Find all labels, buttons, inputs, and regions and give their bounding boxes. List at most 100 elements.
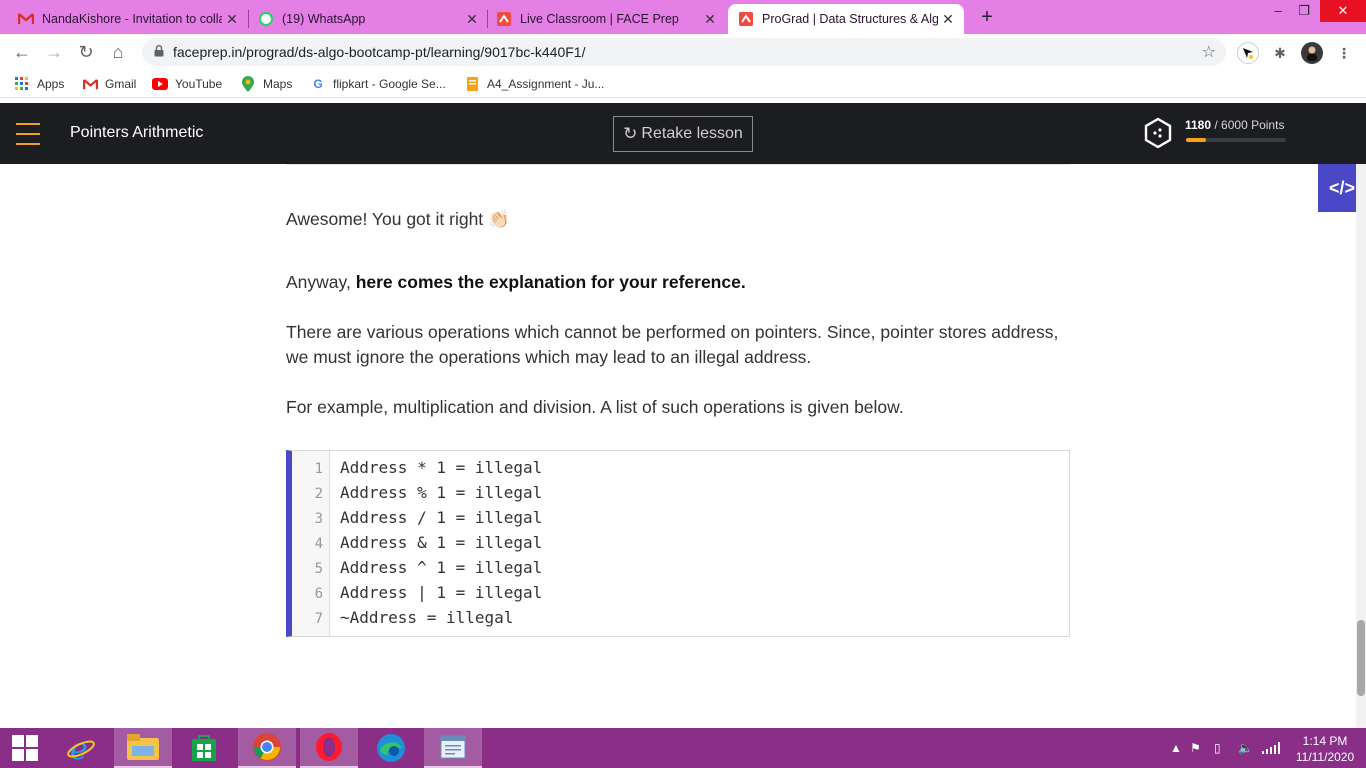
lesson-content: Awesome! You got it right 👏🏻 Anyway, her… — [0, 164, 1356, 728]
bookmark-label: Maps — [263, 77, 293, 91]
faceprep-icon — [496, 11, 512, 27]
windows-taskbar: e ▲ ⚑ ▯ 🔈 1:14 PM 11/11/2020 — [0, 728, 1366, 768]
close-window-icon[interactable]: ✕ — [1320, 0, 1366, 22]
show-hidden-icons-icon[interactable]: ▲ — [1170, 728, 1182, 768]
tab-whatsapp[interactable]: (19) WhatsApp ✕ — [240, 4, 488, 34]
youtube-icon — [152, 76, 168, 92]
restore-icon[interactable]: ❐ — [1292, 0, 1316, 22]
line-number: 4 — [314, 536, 323, 552]
minimize-icon[interactable]: ‒ — [1266, 0, 1290, 22]
points-progress-bar — [1186, 138, 1286, 142]
extensions-puzzle-icon[interactable]: ✱ — [1269, 42, 1291, 64]
tab-title: (19) WhatsApp — [282, 12, 366, 26]
line-number: 1 — [314, 461, 323, 477]
lock-icon — [154, 45, 164, 57]
code-line: Address / 1 = illegal — [340, 508, 543, 527]
reload-icon[interactable]: ↻ — [74, 40, 98, 64]
bookmark-apps[interactable]: Apps — [14, 76, 64, 92]
extension-cursor-icon[interactable] — [1237, 42, 1259, 64]
explanation-bold: here comes the explanation for your refe… — [355, 272, 746, 292]
home-icon[interactable]: ⌂ — [106, 40, 130, 64]
lesson-header: Pointers Arithmetic ↻ Retake lesson 1180… — [0, 103, 1366, 164]
code-line: Address & 1 = illegal — [340, 533, 543, 552]
clock-date: 11/11/2020 — [1295, 750, 1355, 764]
opera-icon[interactable] — [300, 728, 358, 768]
menu-kebab-icon[interactable]: ⋮ — [1333, 42, 1355, 64]
volume-icon[interactable]: 🔈 — [1238, 728, 1253, 768]
tab-prograd[interactable]: ProGrad | Data Structures & Algo ✕ — [728, 4, 964, 34]
tab-title: ProGrad | Data Structures & Algo — [762, 12, 938, 26]
line-number-gutter: 1 2 3 4 5 6 7 — [292, 451, 330, 636]
line-number: 7 — [314, 611, 323, 627]
tab-title: NandaKishore - Invitation to colla — [42, 12, 222, 26]
explanation-prefix: Anyway, — [286, 272, 356, 292]
faceprep-icon — [738, 11, 754, 27]
bookmark-label: flipkart - Google Se... — [333, 77, 446, 91]
bookmark-gmail[interactable]: Gmail — [82, 76, 136, 92]
hamburger-menu-icon[interactable] — [16, 123, 40, 145]
edge-icon[interactable] — [362, 728, 420, 768]
network-battery-icon[interactable]: ▯ — [1214, 728, 1221, 768]
google-icon: G — [313, 77, 323, 91]
code-line: Address ^ 1 = illegal — [340, 558, 543, 577]
bookmarks-bar: Apps Gmail YouTube Maps G flipkart - Goo… — [0, 70, 1366, 98]
bookmark-a4-assignment[interactable]: A4_Assignment - Ju... — [464, 76, 604, 92]
points-total: / 6000 Points — [1214, 118, 1285, 132]
signal-bars-icon[interactable] — [1262, 728, 1280, 768]
bookmark-youtube[interactable]: YouTube — [152, 76, 222, 92]
apps-grid-icon — [14, 76, 30, 92]
bookmark-maps[interactable]: Maps — [240, 76, 292, 92]
bookmark-label: Apps — [37, 77, 65, 91]
line-number: 6 — [314, 586, 323, 602]
scrollbar-thumb[interactable] — [1357, 620, 1365, 696]
tab-live-classroom[interactable]: Live Classroom | FACE Prep ✕ — [478, 4, 726, 34]
action-center-flag-icon[interactable]: ⚑ — [1190, 728, 1201, 768]
chrome-taskbar-icon[interactable] — [238, 728, 296, 768]
clock-time: 1:14 PM — [1302, 734, 1348, 748]
new-tab-plus-icon[interactable]: + — [976, 5, 998, 29]
tab-gmail[interactable]: NandaKishore - Invitation to colla ✕ — [0, 4, 248, 34]
bookmark-label: A4_Assignment - Ju... — [487, 77, 605, 91]
gmail-icon — [82, 76, 98, 92]
line-number: 5 — [314, 561, 323, 577]
close-icon[interactable]: ✕ — [938, 11, 958, 28]
success-message: Awesome! You got it right 👏🏻 — [286, 209, 510, 229]
address-bar[interactable]: faceprep.in/prograd/ds-algo-bootcamp-pt/… — [142, 38, 1226, 66]
system-clock[interactable]: 1:14 PM 11/11/2020 — [1290, 733, 1360, 765]
profile-avatar[interactable] — [1301, 42, 1323, 64]
gmail-icon — [18, 11, 34, 27]
bookmark-flipkart-search[interactable]: G flipkart - Google Se... — [310, 76, 446, 92]
points-hexagon-icon — [1144, 117, 1172, 149]
close-icon[interactable]: ✕ — [700, 11, 720, 28]
code-line: ~Address = illegal — [340, 608, 514, 627]
divider — [286, 164, 1070, 165]
internet-explorer-icon[interactable]: e — [54, 728, 108, 768]
back-arrow-icon[interactable]: ← — [10, 40, 34, 64]
file-explorer-icon[interactable] — [114, 728, 172, 768]
browser-toolbar: ← → ↻ ⌂ faceprep.in/prograd/ds-algo-boot… — [0, 34, 1366, 70]
notepad-icon[interactable] — [424, 728, 482, 768]
retake-label: Retake lesson — [641, 125, 743, 142]
url-text: faceprep.in/prograd/ds-algo-bootcamp-pt/… — [173, 44, 586, 60]
explanation-heading: Anyway, here comes the explanation for y… — [286, 270, 1076, 295]
lesson-title: Pointers Arithmetic — [70, 124, 204, 141]
retake-refresh-icon: ↻ — [623, 124, 638, 143]
forward-arrow-icon[interactable]: → — [42, 40, 66, 64]
browser-tab-strip: NandaKishore - Invitation to colla ✕ (19… — [0, 0, 1366, 34]
bookmark-label: YouTube — [175, 77, 223, 91]
windows-start-icon[interactable] — [0, 728, 50, 768]
code-line: Address | 1 = illegal — [340, 583, 543, 602]
microsoft-store-icon[interactable] — [176, 728, 232, 768]
close-icon[interactable]: ✕ — [222, 11, 242, 28]
example-paragraph: For example, multiplication and division… — [286, 397, 904, 417]
line-number: 2 — [314, 486, 323, 502]
bookmark-star-icon[interactable]: ☆ — [1202, 42, 1216, 62]
code-line: Address * 1 = illegal — [340, 458, 543, 477]
points-readout: 1180 / 6000 Points — [1185, 118, 1284, 132]
whatsapp-icon — [258, 11, 274, 27]
points-current: 1180 — [1185, 118, 1212, 132]
points-progress-fill — [1186, 138, 1206, 142]
notebook-icon — [464, 76, 480, 92]
line-number: 3 — [314, 511, 323, 527]
retake-lesson-button[interactable]: ↻ Retake lesson — [613, 116, 753, 152]
